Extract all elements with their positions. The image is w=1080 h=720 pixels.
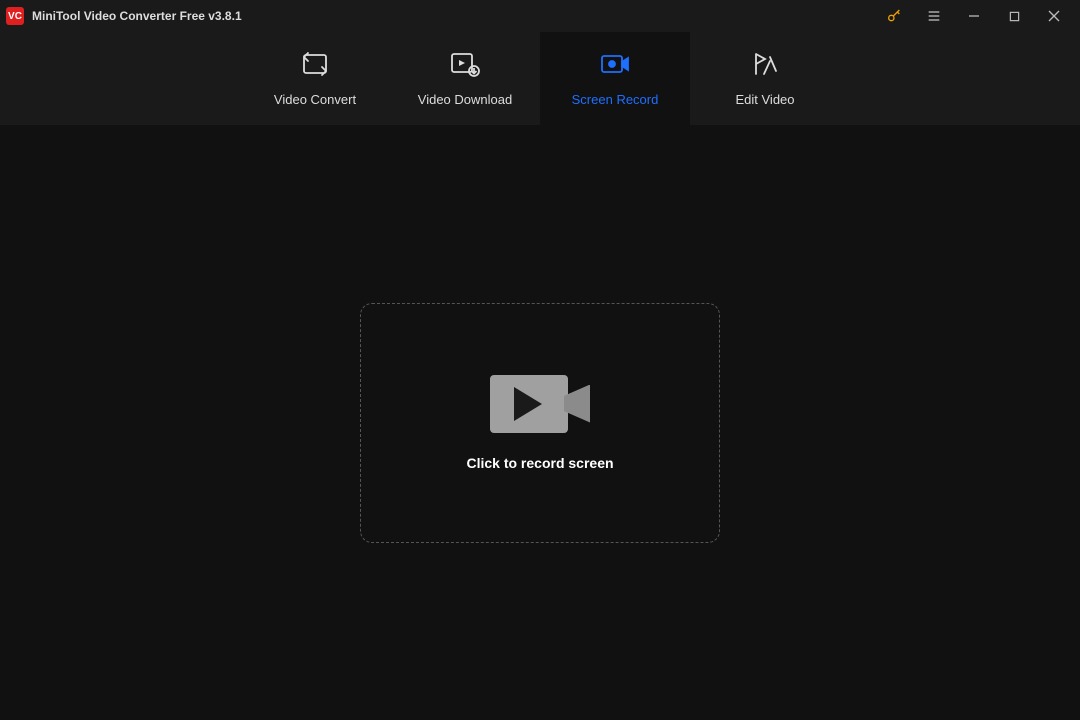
tab-label: Video Convert bbox=[274, 92, 356, 107]
download-icon bbox=[449, 50, 481, 78]
key-icon[interactable] bbox=[874, 0, 914, 32]
maximize-button[interactable] bbox=[994, 0, 1034, 32]
app-logo-icon: VC bbox=[6, 7, 24, 25]
camera-icon bbox=[490, 375, 590, 433]
record-drop-area[interactable]: Click to record screen bbox=[360, 303, 720, 543]
tab-label: Screen Record bbox=[572, 92, 659, 107]
minimize-button[interactable] bbox=[954, 0, 994, 32]
tab-label: Edit Video bbox=[735, 92, 794, 107]
app-title: MiniTool Video Converter Free v3.8.1 bbox=[32, 9, 242, 23]
main-content: Click to record screen bbox=[0, 125, 1080, 720]
close-button[interactable] bbox=[1034, 0, 1074, 32]
tab-video-convert[interactable]: Video Convert bbox=[240, 32, 390, 125]
convert-icon bbox=[300, 50, 330, 78]
record-drop-label: Click to record screen bbox=[466, 455, 613, 471]
tab-screen-record[interactable]: Screen Record bbox=[540, 32, 690, 125]
tab-label: Video Download bbox=[418, 92, 512, 107]
tabbar: Video Convert Video Download Screen Reco… bbox=[0, 32, 1080, 125]
titlebar: VC MiniTool Video Converter Free v3.8.1 bbox=[0, 0, 1080, 32]
edit-icon bbox=[751, 50, 779, 78]
tab-video-download[interactable]: Video Download bbox=[390, 32, 540, 125]
menu-icon[interactable] bbox=[914, 0, 954, 32]
record-icon bbox=[599, 50, 631, 78]
tab-edit-video[interactable]: Edit Video bbox=[690, 32, 840, 125]
